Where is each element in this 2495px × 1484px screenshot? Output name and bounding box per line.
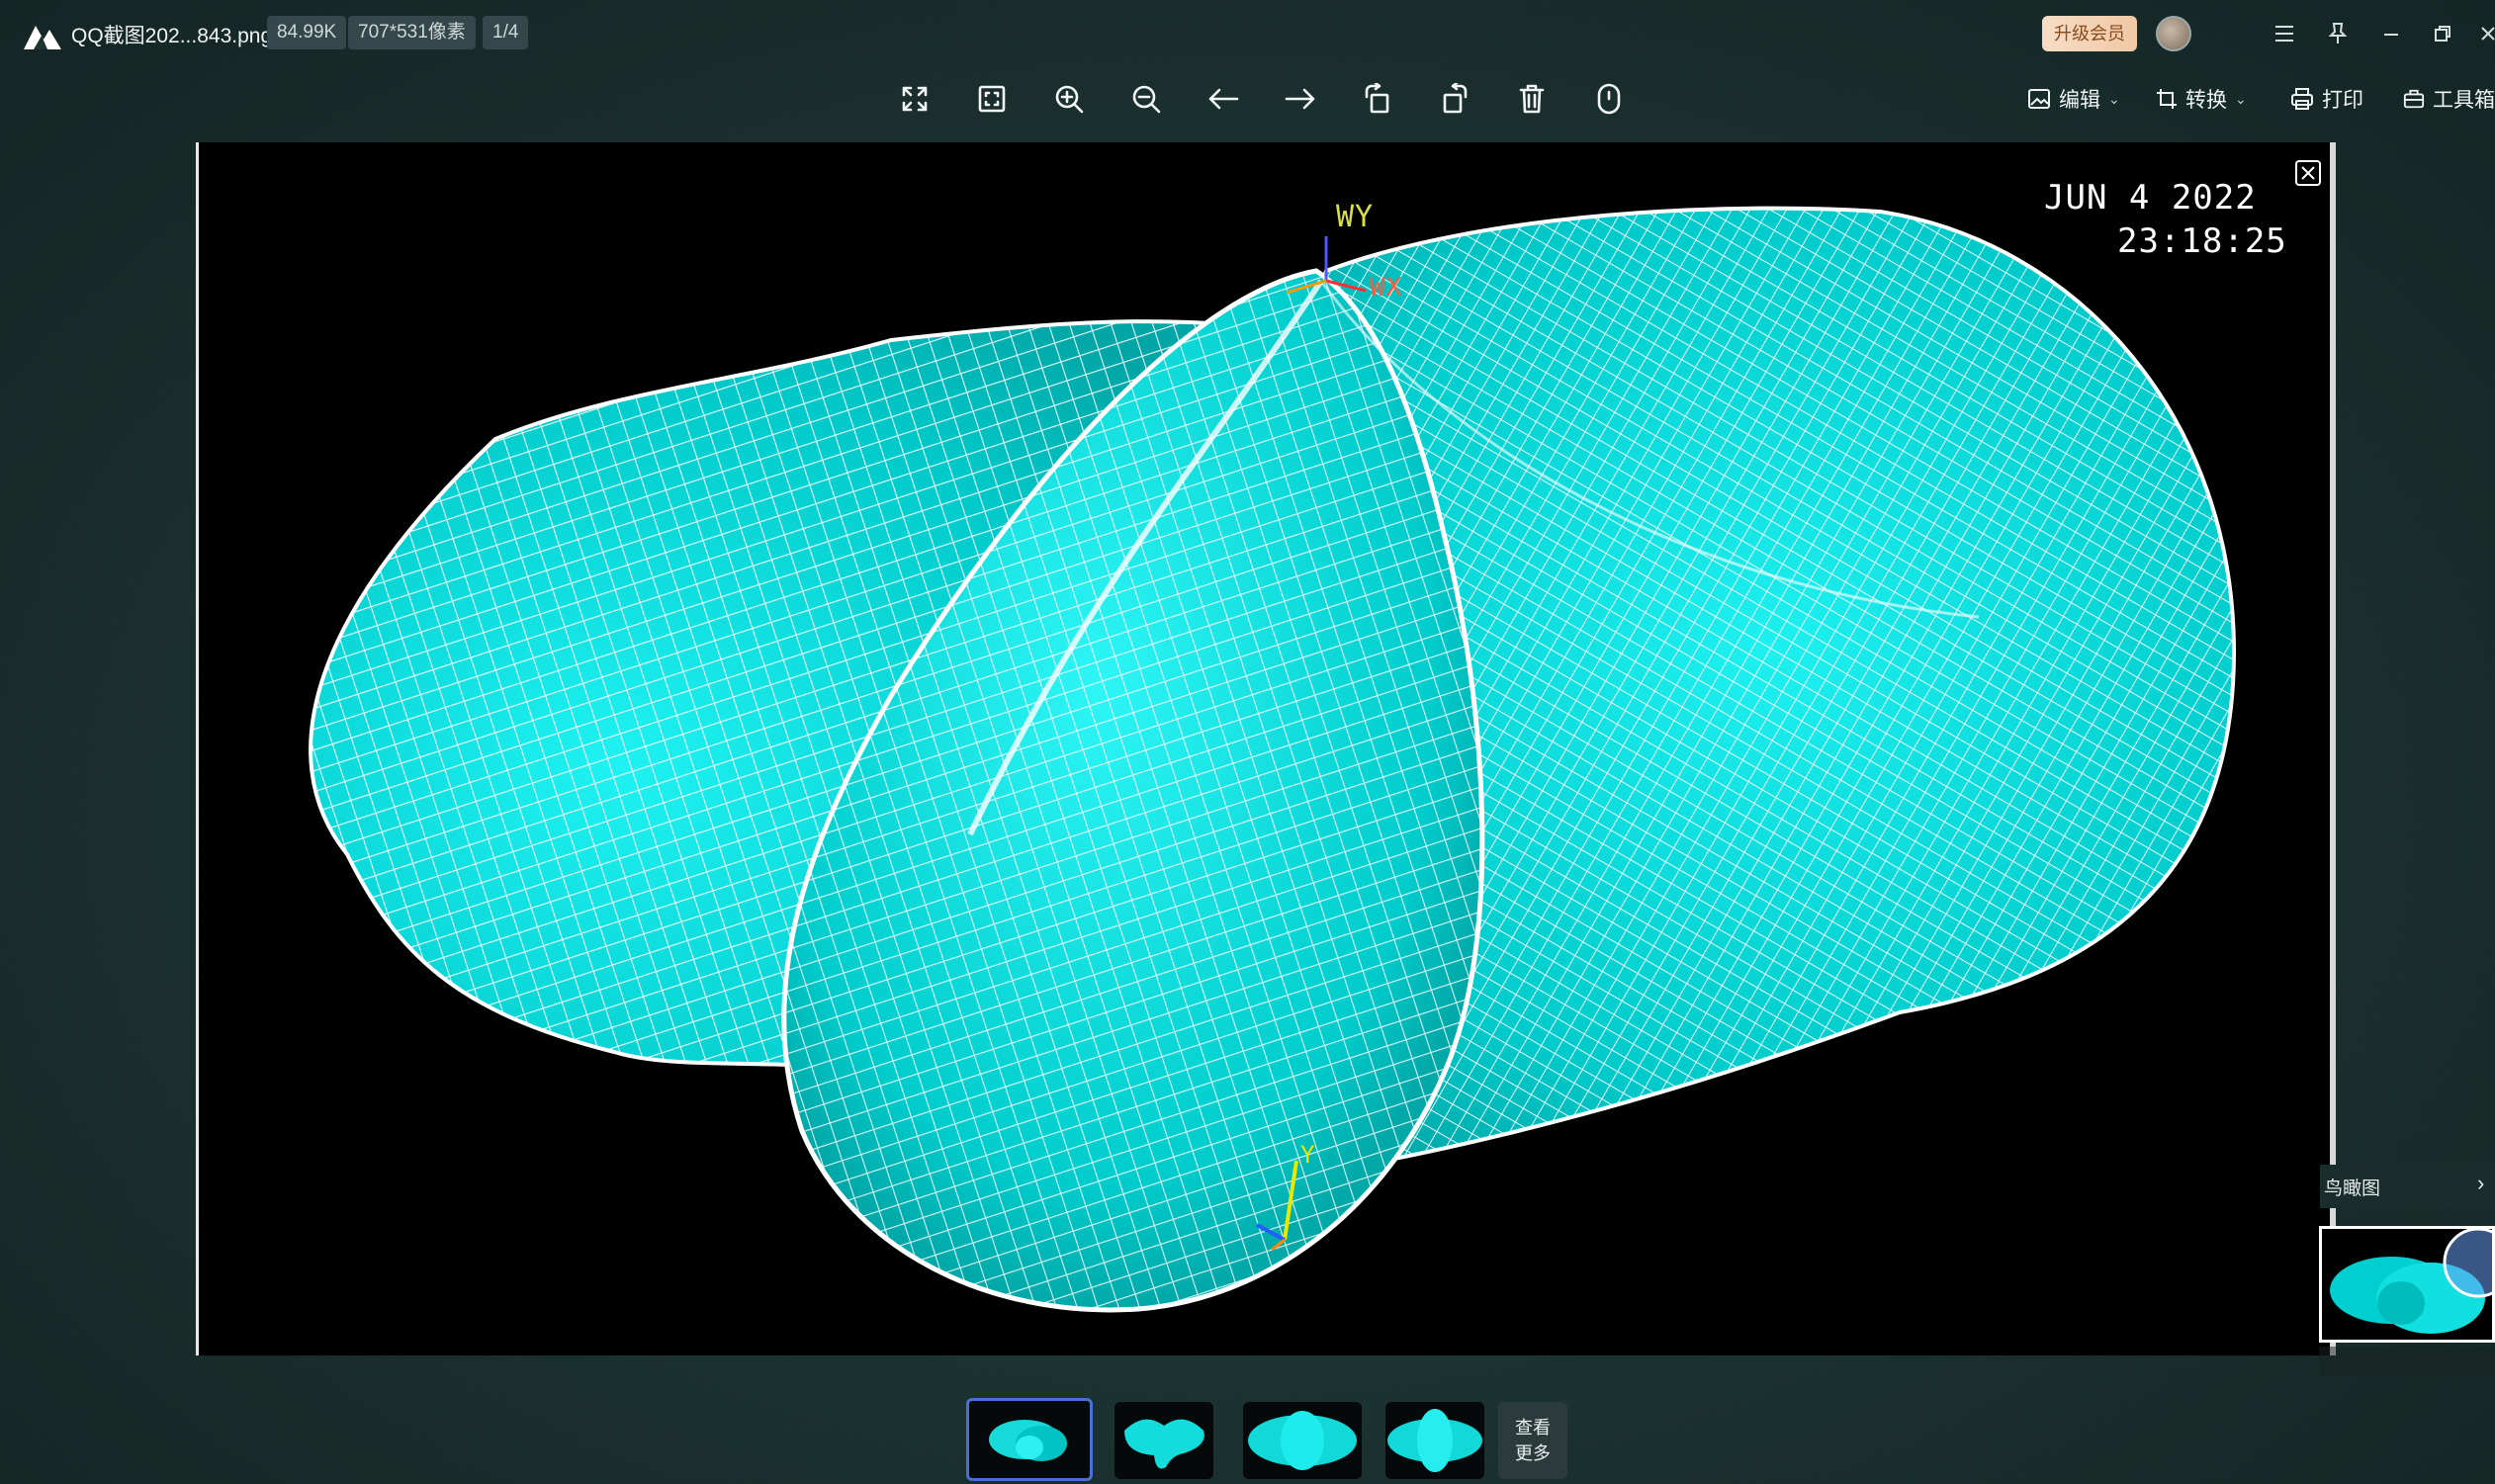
view-more-button[interactable]: 查看 更多: [1498, 1402, 1567, 1479]
convert-label: 转换: [2185, 89, 2227, 112]
thumbnail-1[interactable]: [966, 1398, 1093, 1481]
image-canvas[interactable]: JUN 4 2022 23:18:25 WY WX Y: [196, 142, 2333, 1355]
menu-icon[interactable]: [2265, 16, 2304, 51]
app-logo-icon: [24, 26, 61, 49]
thumbnail-image: [1124, 1419, 1204, 1469]
image-dimensions-badge: 707*531像素: [348, 16, 476, 49]
zoom-in-icon[interactable]: [1045, 75, 1093, 123]
crop-icon: [2157, 89, 2177, 109]
thumbnail-image: [1387, 1409, 1482, 1472]
fea-mesh-image: [309, 206, 2237, 1313]
axis-label-wy: WY: [1336, 200, 1375, 234]
print-button[interactable]: 打印: [2290, 81, 2363, 117]
pin-icon[interactable]: [2318, 16, 2358, 51]
convert-button[interactable]: 转换 ⌄: [2156, 81, 2247, 117]
file-size-badge: 84.99K: [267, 16, 347, 49]
thumbnail-image: [1248, 1411, 1357, 1470]
date-stamp: JUN 4 2022: [2044, 178, 2257, 218]
previous-icon[interactable]: [1200, 75, 1247, 123]
view-more-line1: 查看: [1515, 1418, 1551, 1438]
chevron-down-icon: ⌄: [2108, 90, 2120, 107]
title-bar: QQ截图202...843.png 84.99K 707*531像素 1/4 升…: [0, 0, 2495, 69]
delete-icon[interactable]: [1508, 75, 1556, 123]
fit-window-icon[interactable]: [968, 75, 1016, 123]
minimap-preview: [2322, 1229, 2492, 1340]
page-counter-badge: 1/4: [483, 16, 529, 49]
print-label: 打印: [2322, 89, 2363, 112]
axis-label-wx: WX: [1370, 273, 1403, 303]
toolbox-button[interactable]: 工具箱: [2403, 81, 2495, 117]
time-stamp: 23:18:25: [2117, 221, 2287, 261]
thumbnail-4[interactable]: [1385, 1402, 1484, 1479]
image-edit-icon: [2028, 89, 2050, 109]
minimap-title: 鸟瞰图: [2324, 1178, 2381, 1199]
thumbnail-3[interactable]: [1243, 1402, 1362, 1479]
axis-label-y: Y: [1300, 1141, 1316, 1169]
restore-icon[interactable]: [2423, 16, 2462, 51]
info-icon[interactable]: [1585, 75, 1633, 123]
file-name: QQ截图202...843.png: [71, 25, 273, 47]
edit-label: 编辑: [2059, 89, 2100, 112]
toolbox-icon: [2403, 89, 2425, 109]
zoom-out-icon[interactable]: [1122, 75, 1170, 123]
rotate-right-icon[interactable]: [1431, 75, 1478, 123]
chevron-right-icon[interactable]: ›: [2477, 1171, 2484, 1196]
toolbar: [0, 71, 2495, 127]
thumbnail-image: [989, 1420, 1067, 1461]
minimap-footer: [2319, 1347, 2495, 1376]
close-icon[interactable]: [2468, 16, 2495, 51]
upgrade-member-button[interactable]: 升级会员: [2042, 16, 2137, 51]
rotate-left-icon[interactable]: [1354, 75, 1401, 123]
next-icon[interactable]: [1277, 75, 1324, 123]
minimap[interactable]: [2319, 1226, 2495, 1343]
avatar[interactable]: [2156, 16, 2191, 51]
fullscreen-icon[interactable]: [891, 75, 938, 123]
edit-button[interactable]: 编辑 ⌄: [2027, 81, 2120, 117]
chevron-down-icon: ⌄: [2235, 90, 2247, 107]
view-more-line2: 更多: [1515, 1443, 1551, 1463]
toolbox-label: 工具箱: [2433, 89, 2495, 112]
actual-size-icon[interactable]: [2295, 160, 2321, 186]
minimize-icon[interactable]: [2371, 16, 2411, 51]
thumbnail-2[interactable]: [1114, 1402, 1213, 1479]
printer-icon: [2291, 88, 2313, 110]
